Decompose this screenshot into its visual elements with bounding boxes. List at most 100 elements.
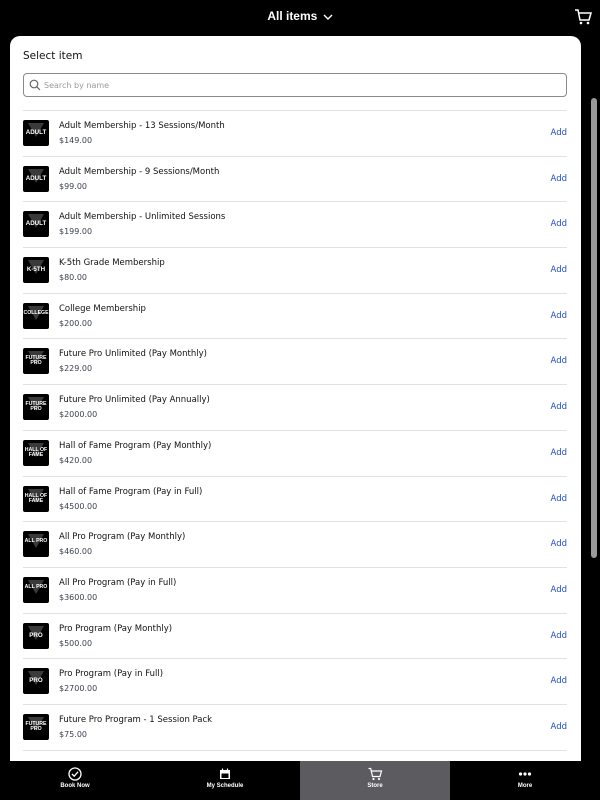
add-button[interactable]: Add [551, 448, 567, 458]
item-thumbnail: ADULT [23, 165, 49, 192]
item-price: $3600.00 [59, 592, 98, 602]
item-thumbnail: PRO [23, 668, 49, 695]
add-button[interactable]: Add [551, 631, 567, 641]
list-item[interactable]: ALL PRO All Pro Program (Pay Monthly) $460… [23, 522, 567, 568]
item-thumbnail-label: FUTURE PRO [25, 401, 47, 413]
item-name: Future Pro Unlimited (Pay Monthly) [59, 349, 207, 360]
list-item[interactable]: ADULT Adult Membership - 13 Sessions/Mont… [23, 111, 567, 157]
tab-store[interactable]: Store [300, 761, 450, 800]
add-button[interactable]: Add [551, 219, 567, 229]
list-item[interactable]: FUTURE PRO Future Pro Unlimited (Pay Annu… [23, 385, 567, 431]
select-item-sheet: Select item ADULT Adult Membership - 13 S… [10, 36, 581, 761]
add-button[interactable]: Add [551, 128, 567, 138]
item-name: Adult Membership - 9 Sessions/Month [59, 166, 220, 177]
list-item[interactable]: PRO Pro Program (Pay in Full) $2700.00 Add [23, 659, 567, 705]
item-name: Adult Membership - Unlimited Sessions [59, 212, 226, 223]
item-price: $149.00 [59, 136, 93, 145]
item-name: Hall of Fame Program (Pay in Full) [59, 486, 203, 497]
item-name: Pro Program (Pay in Full) [59, 669, 164, 680]
item-thumbnail-label: ADULT [25, 129, 47, 136]
tab-more[interactable]: More [450, 761, 600, 800]
item-thumbnail-label: COLLEGE [23, 309, 49, 316]
item-price: $2000.00 [59, 410, 98, 420]
list-item[interactable]: PRO Pro Program (Pay Monthly) $500.00 Add [23, 614, 567, 660]
item-thumbnail: FUTURE PRO [23, 348, 49, 375]
tab-my-schedule[interactable]: My Schedule [150, 761, 300, 800]
item-price: $2700.00 [59, 684, 98, 694]
item-thumbnail: FUTURE PRO [23, 394, 49, 421]
add-button[interactable]: Add [551, 539, 567, 549]
category-title: All items [267, 9, 318, 23]
tab-book-now[interactable]: Book Now [0, 761, 150, 800]
list-item[interactable]: FUTURE PRO Future Pro Program - 1 Session… [23, 705, 567, 751]
search-icon [29, 79, 41, 91]
item-price: $420.00 [59, 455, 93, 465]
tab-label: My Schedule [206, 783, 244, 789]
list-item[interactable]: ALL PRO All Pro Program (Pay in Full) $360… [23, 568, 567, 614]
list-item[interactable]: HALL OF FAME Hall of Fame Program (Pay Mo… [23, 431, 567, 477]
item-price: $229.00 [59, 364, 93, 374]
item-price: $4500.00 [59, 501, 98, 511]
add-button[interactable]: Add [551, 585, 567, 595]
item-price: $460.00 [59, 547, 93, 557]
item-name: Pro Program (Pay Monthly) [59, 623, 173, 634]
search-box[interactable] [23, 73, 567, 97]
item-thumbnail: COLLEGE [23, 302, 49, 329]
sheet-title: Select item [23, 50, 83, 62]
item-thumbnail: HALL OF FAME [23, 485, 49, 512]
item-thumbnail: K-5TH [23, 257, 49, 284]
item-thumbnail: HALL OF FAME [23, 439, 49, 466]
item-name: Future Pro Unlimited (Pay Annually) [59, 395, 210, 406]
item-price: $200.00 [59, 318, 93, 328]
item-thumbnail-label: PRO [29, 677, 43, 685]
item-thumbnail-label: ALL PRO [24, 538, 48, 545]
add-button[interactable]: Add [551, 356, 567, 366]
item-thumbnail-label: FUTURE PRO [25, 720, 47, 732]
list-item[interactable]: ADULT Adult Membership - Unlimited Sessio… [23, 202, 567, 249]
item-thumbnail: FUTURE PRO [23, 713, 49, 740]
add-button[interactable]: Add [551, 174, 567, 184]
item-thumbnail-label: HALL OF FAME [24, 446, 48, 458]
tab-label: More [517, 783, 533, 789]
item-price: $80.00 [59, 273, 87, 283]
item-name: Hall of Fame Program (Pay Monthly) [59, 440, 212, 451]
item-thumbnail-label: HALL OF FAME [24, 492, 48, 504]
item-thumbnail: PRO [23, 622, 49, 649]
scrollbar[interactable] [591, 98, 597, 558]
item-thumbnail: ALL PRO [23, 576, 49, 603]
bottom-navigation: Book Now My Schedule Store More [0, 761, 600, 800]
category-dropdown[interactable]: All items [0, 9, 600, 23]
tab-label: Store [367, 783, 383, 789]
search-input[interactable] [44, 76, 554, 94]
item-thumbnail-label: FUTURE PRO [25, 355, 47, 367]
cart-icon[interactable] [574, 8, 592, 26]
list-item[interactable]: HALL OF FAME Hall of Fame Program (Pay in… [23, 477, 567, 523]
item-thumbnail: ADULT [23, 211, 49, 238]
item-name: All Pro Program (Pay Monthly) [59, 532, 186, 543]
item-name: College Membership [59, 303, 146, 314]
item-thumbnail: ALL PRO [23, 531, 49, 558]
item-thumbnail-label: ALL PRO [24, 583, 48, 590]
item-price: $99.00 [59, 181, 87, 191]
item-thumbnail-label: ADULT [25, 174, 47, 182]
add-button[interactable]: Add [551, 676, 567, 686]
list-item[interactable]: K-5TH K-5th Grade Membership $80.00 Add [23, 248, 567, 294]
add-button[interactable]: Add [551, 722, 567, 732]
top-bar: All items [0, 0, 600, 36]
item-thumbnail-label: PRO [29, 631, 43, 639]
add-button[interactable]: Add [551, 311, 567, 321]
tab-label: Book Now [60, 783, 90, 789]
list-item[interactable]: FUTURE PRO Future Pro Unlimited (Pay Mont… [23, 339, 567, 386]
list-item[interactable]: ADULT Adult Membership - 9 Sessions/Month… [23, 157, 567, 203]
item-name: K-5th Grade Membership [59, 258, 165, 269]
add-button[interactable]: Add [551, 402, 567, 412]
chevron-down-icon [323, 14, 333, 20]
list-item[interactable]: COLLEGE College Membership $200.00 Add [23, 294, 567, 340]
item-list: ADULT Adult Membership - 13 Sessions/Mont… [23, 110, 567, 751]
item-name: Adult Membership - 13 Sessions/Month [59, 121, 225, 131]
add-button[interactable]: Add [551, 494, 567, 504]
item-thumbnail: ADULT [23, 120, 49, 146]
item-thumbnail-label: K-5TH [26, 266, 46, 274]
item-thumbnail-label: ADULT [25, 220, 47, 228]
add-button[interactable]: Add [551, 265, 567, 275]
